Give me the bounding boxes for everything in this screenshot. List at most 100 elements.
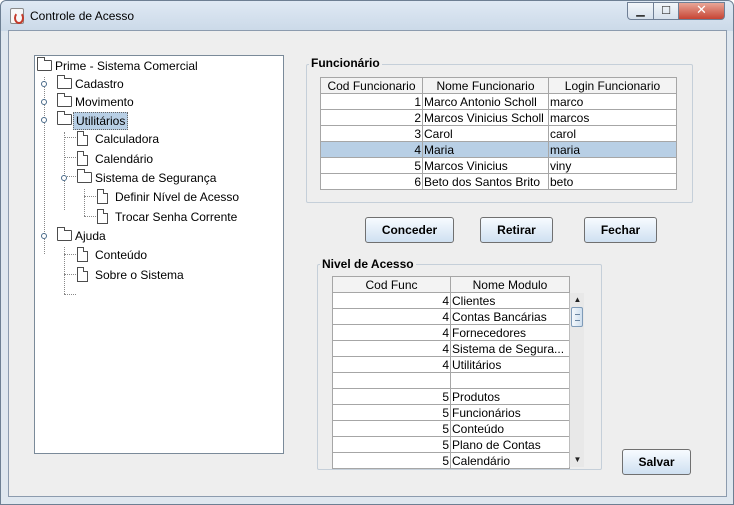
scroll-down-arrow-icon[interactable]: ▼ [571, 453, 584, 467]
table-cell[interactable]: Funcionários [450, 404, 570, 421]
table-cell[interactable]: Plano de Contas [450, 436, 570, 453]
table-cell[interactable]: viny [548, 157, 677, 174]
table-cell[interactable]: Marco Antonio Scholl [422, 93, 549, 110]
column-header-cod[interactable]: Cod Funcionario [320, 77, 423, 94]
folder-open-icon [57, 227, 72, 241]
table-cell[interactable]: 5 [332, 404, 451, 421]
table-cell[interactable]: maria [548, 141, 677, 158]
table-cell[interactable]: Beto dos Santos Brito [422, 173, 549, 190]
column-header-login[interactable]: Login Funcionario [548, 77, 677, 94]
table-cell[interactable]: 5 [332, 388, 451, 405]
nivel-row[interactable]: 4 Contas Bancárias [332, 308, 570, 325]
nivel-row[interactable]: 4 Fornecedores [332, 324, 570, 341]
nivel-acesso-table[interactable]: Cod Func Nome Modulo 4 Clientes 4 Contas Ba… [332, 276, 570, 469]
column-header-cod-func[interactable]: Cod Func [332, 276, 451, 293]
table-cell[interactable]: 4 [332, 308, 451, 325]
table-cell[interactable]: 5 [320, 157, 423, 174]
table-cell[interactable]: 3 [320, 125, 423, 142]
table-cell[interactable]: Sistema de Segura... [450, 340, 570, 357]
funcionario-row[interactable]: 5 Marcos Vinicius viny [320, 157, 677, 174]
table-cell[interactable]: Clientes [450, 292, 570, 309]
tree-connector [84, 196, 96, 197]
content-panel: Prime - Sistema Comercial Cadastro Movim… [8, 30, 727, 497]
scroll-up-arrow-icon[interactable]: ▲ [571, 293, 584, 307]
funcionario-row[interactable]: 2 Marcos Vinicius Scholl marcos [320, 109, 677, 126]
table-cell[interactable]: 5 [332, 420, 451, 437]
tree-label: Prime - Sistema Comercial [55, 59, 198, 73]
table-cell[interactable]: marco [548, 93, 677, 110]
column-header-nome-modulo[interactable]: Nome Modulo [450, 276, 570, 293]
menu-tree[interactable]: Prime - Sistema Comercial Cadastro Movim… [34, 55, 284, 454]
table-cell[interactable]: Calendário [450, 452, 570, 469]
table-cell[interactable]: 4 [332, 292, 451, 309]
table-cell[interactable]: beto [548, 173, 677, 190]
salvar-button[interactable]: Salvar [622, 449, 691, 475]
table-cell[interactable]: 5 [332, 452, 451, 469]
table-cell[interactable]: 4 [332, 340, 451, 357]
tree-connector [64, 157, 76, 158]
table-cell[interactable]: Marcos Vinicius Scholl [422, 109, 549, 126]
table-cell[interactable]: carol [548, 125, 677, 142]
maximize-button[interactable]: ☐ [653, 2, 679, 20]
folder-icon [57, 93, 72, 107]
table-cell[interactable]: Marcos Vinicius [422, 157, 549, 174]
nivel-row[interactable]: 4 Utilitários [332, 356, 570, 373]
table-cell[interactable]: 1 [320, 93, 423, 110]
funcionario-group-title: Funcionário [309, 56, 382, 70]
table-cell[interactable]: marcos [548, 109, 677, 126]
document-icon [77, 151, 88, 166]
nivel-row[interactable]: 5 Conteúdo [332, 420, 570, 437]
nivel-row[interactable]: 4 Clientes [332, 292, 570, 309]
retirar-button[interactable]: Retirar [480, 217, 553, 243]
table-cell[interactable]: Contas Bancárias [450, 308, 570, 325]
table-cell[interactable]: 4 [332, 324, 451, 341]
table-cell[interactable] [450, 372, 570, 389]
java-app-icon [10, 8, 24, 24]
table-cell[interactable]: Carol [422, 125, 549, 142]
tree-connector [64, 294, 76, 295]
funcionario-row[interactable]: 4 Maria maria [320, 141, 677, 158]
nivel-row[interactable]: 4 Sistema de Segura... [332, 340, 570, 357]
nivel-row[interactable]: 5 Funcionários [332, 404, 570, 421]
expand-handle-icon[interactable] [41, 99, 47, 105]
nivel-row[interactable]: 5 Calendário [332, 452, 570, 469]
table-cell[interactable]: 6 [320, 173, 423, 190]
table-cell[interactable]: Utilitários [450, 356, 570, 373]
column-header-nome[interactable]: Nome Funcionario [422, 77, 549, 94]
nivel-row[interactable]: 5 Plano de Contas [332, 436, 570, 453]
nivel-vertical-scrollbar[interactable]: ▲ ▼ [569, 293, 584, 467]
table-cell[interactable]: Fornecedores [450, 324, 570, 341]
collapse-handle-icon[interactable] [61, 175, 67, 181]
close-button[interactable]: ✕ [678, 2, 725, 20]
table-cell[interactable]: 4 [320, 141, 423, 158]
table-cell[interactable]: Maria [422, 141, 549, 158]
tree-label: Sobre o Sistema [95, 268, 184, 282]
funcionario-table[interactable]: Cod Funcionario Nome Funcionario Login F… [320, 77, 677, 190]
table-cell[interactable]: 5 [332, 436, 451, 453]
expand-handle-icon[interactable] [41, 81, 47, 87]
folder-open-icon [57, 111, 72, 125]
document-icon [77, 267, 88, 282]
nivel-row[interactable]: 5 Produtos [332, 388, 570, 405]
tree-label: Conteúdo [95, 248, 148, 262]
funcionario-row[interactable]: 6 Beto dos Santos Brito beto [320, 173, 677, 190]
funcionario-row[interactable]: 3 Carol carol [320, 125, 677, 142]
collapse-handle-icon[interactable] [41, 233, 47, 239]
collapse-handle-icon[interactable] [41, 117, 47, 123]
table-cell[interactable]: 2 [320, 109, 423, 126]
nivel-row[interactable] [332, 372, 570, 389]
table-cell[interactable] [332, 372, 451, 389]
minimize-button[interactable]: ▁ [627, 2, 654, 20]
folder-open-icon [77, 169, 92, 183]
scroll-thumb[interactable] [571, 307, 583, 327]
title-bar[interactable]: Controle de Acesso ▁ ☐ ✕ [1, 1, 733, 31]
table-cell[interactable]: 4 [332, 356, 451, 373]
funcionario-row[interactable]: 1 Marco Antonio Scholl marco [320, 93, 677, 110]
conceder-button[interactable]: Conceder [365, 217, 454, 243]
tree-connector [64, 132, 65, 210]
table-cell[interactable]: Conteúdo [450, 420, 570, 437]
document-icon [77, 247, 88, 262]
document-icon [97, 209, 108, 224]
fechar-button[interactable]: Fechar [584, 217, 657, 243]
table-cell[interactable]: Produtos [450, 388, 570, 405]
